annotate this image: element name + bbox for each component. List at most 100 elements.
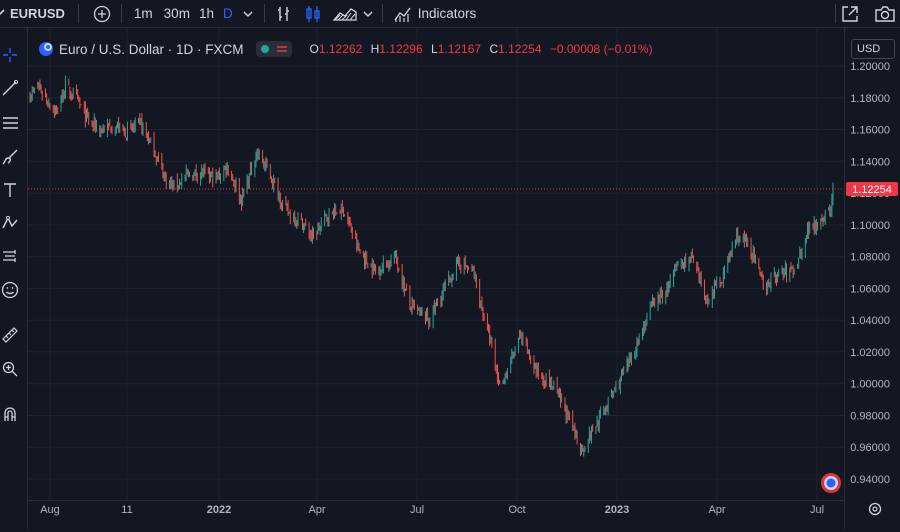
toolbar-divider [381,4,383,23]
time-tick-label: 11 [121,504,132,516]
time-axis: Aug 11 2022 Apr Jul Oct 2023 Apr Jul [28,500,844,516]
chart-grid [28,28,844,500]
time-tick-label: 2022 [207,504,231,516]
low-value: 1.12167 [437,42,482,56]
magnet-icon [4,407,16,421]
plus-circle-icon [93,5,111,22]
compare-add-button[interactable] [89,0,115,27]
toolbar-divider [77,4,79,23]
candlestick-series [29,75,834,457]
data-delay-icon [276,46,287,52]
smiley-icon [1,281,19,299]
price-tick-label: 1.20000 [850,61,890,73]
indicators-icon [394,7,411,22]
top-toolbar: EURUSD 1m 30m 1h D Indicators [0,0,900,28]
zoom-in-icon [2,361,18,377]
open-value: 1.12262 [318,42,363,56]
svg-text:1.12254: 1.12254 [852,184,892,196]
high-value: 1.12296 [379,42,423,56]
interval-30m[interactable]: 30m [164,0,190,27]
ohlc-values: O1.12262 H1.12296 L1.12167 C1.12254 −0.0… [310,42,658,56]
price-tick-label: 1.14000 [850,156,890,168]
market-status-pill[interactable] [255,41,292,57]
interval-dropdown[interactable] [242,0,254,27]
measure-tool[interactable] [0,324,20,346]
price-tick-label: 1.04000 [850,315,890,327]
candlestick-icon [306,5,320,22]
symbol-title[interactable]: Euro / U.S. Dollar · 1D · FXCM [59,42,244,57]
crosshair-tool[interactable] [0,44,20,66]
area-chart-icon [332,7,357,21]
fib-tool[interactable] [0,112,20,134]
last-price-tag: 1.12254 [846,182,898,197]
chart-type-dropdown[interactable] [362,0,374,27]
time-tick-label: Apr [308,504,325,516]
fullscreen-button[interactable] [840,0,860,27]
toolbar-divider [263,4,265,23]
currency-selector[interactable]: USD [851,39,895,59]
price-tick-label: 1.00000 [850,379,890,391]
time-tick-label: Jul [810,504,824,516]
close-value: 1.12254 [498,42,542,56]
price-tick-label: 1.06000 [850,283,890,295]
magnet-tool[interactable] [0,403,20,425]
indicators-button[interactable]: Indicators [393,0,477,27]
forecast-icon [3,250,16,262]
text-tool[interactable] [0,179,20,201]
currency-flag-icon[interactable] [821,473,841,493]
price-tick-label: 0.98000 [850,410,890,422]
trend-line-icon [2,80,18,96]
chevron-down-icon [363,11,373,17]
price-tick-label: 0.96000 [850,442,890,454]
open-key: O [309,42,319,56]
close-key: C [489,42,499,56]
chart-pane[interactable]: 1.200001.180001.160001.140001.120001.100… [28,28,900,529]
time-tick-label: Apr [708,504,725,516]
time-tick-label: Jul [410,504,424,516]
trend-line-tool[interactable] [0,77,20,99]
indicators-label: Indicators [417,6,477,21]
chart-legend: Euro / U.S. Dollar · 1D · FXCM O1.12262 … [38,40,658,58]
bars-style-button[interactable] [275,0,293,27]
brush-icon [2,149,18,165]
pattern-tool[interactable] [0,212,20,234]
pattern-icon [2,216,18,229]
interval-1m[interactable]: 1m [134,0,153,27]
drawing-toolbar [0,28,28,529]
price-tick-label: 1.10000 [850,220,890,232]
horizontal-lines-icon [3,117,18,129]
icon-tool[interactable] [0,279,20,301]
price-tick-label: 1.16000 [850,125,890,137]
chevron-down-icon [243,11,253,17]
crosshair-icon [3,48,17,62]
toolbar-divider [120,4,122,23]
interval-d-selected[interactable]: D [223,0,233,27]
ruler-icon [2,327,18,343]
price-tick-label: 1.08000 [850,252,890,264]
text-icon [4,183,16,197]
open-external-icon [842,5,858,22]
symbol-search-button[interactable]: EURUSD [10,0,65,27]
brush-tool[interactable] [0,146,20,168]
market-open-icon [260,45,269,53]
price-chart[interactable]: 1.200001.180001.160001.140001.120001.100… [28,28,900,529]
low-key: L [431,42,438,56]
symbol-flag-icon [39,42,53,56]
candles-style-button[interactable] [304,0,322,27]
price-tick-label: 1.18000 [850,93,890,105]
snapshot-button[interactable] [874,0,896,27]
time-tick-label: 2023 [605,504,629,516]
currency-label: USD [857,43,881,55]
zoom-tool[interactable] [0,358,20,380]
change-value: −0.00008 (−0.01%) [549,42,653,56]
settings-gear-icon[interactable] [868,502,882,516]
bar-chart-style-icon [277,6,289,21]
high-key: H [370,42,380,56]
interval-1h[interactable]: 1h [199,0,214,27]
area-style-button[interactable] [332,0,357,27]
prediction-tool[interactable] [0,245,20,267]
time-tick-label: Aug [40,504,60,516]
price-tick-label: 0.94000 [850,474,890,486]
time-tick-label: Oct [508,504,525,516]
price-axis: 1.200001.180001.160001.140001.120001.100… [844,28,890,529]
